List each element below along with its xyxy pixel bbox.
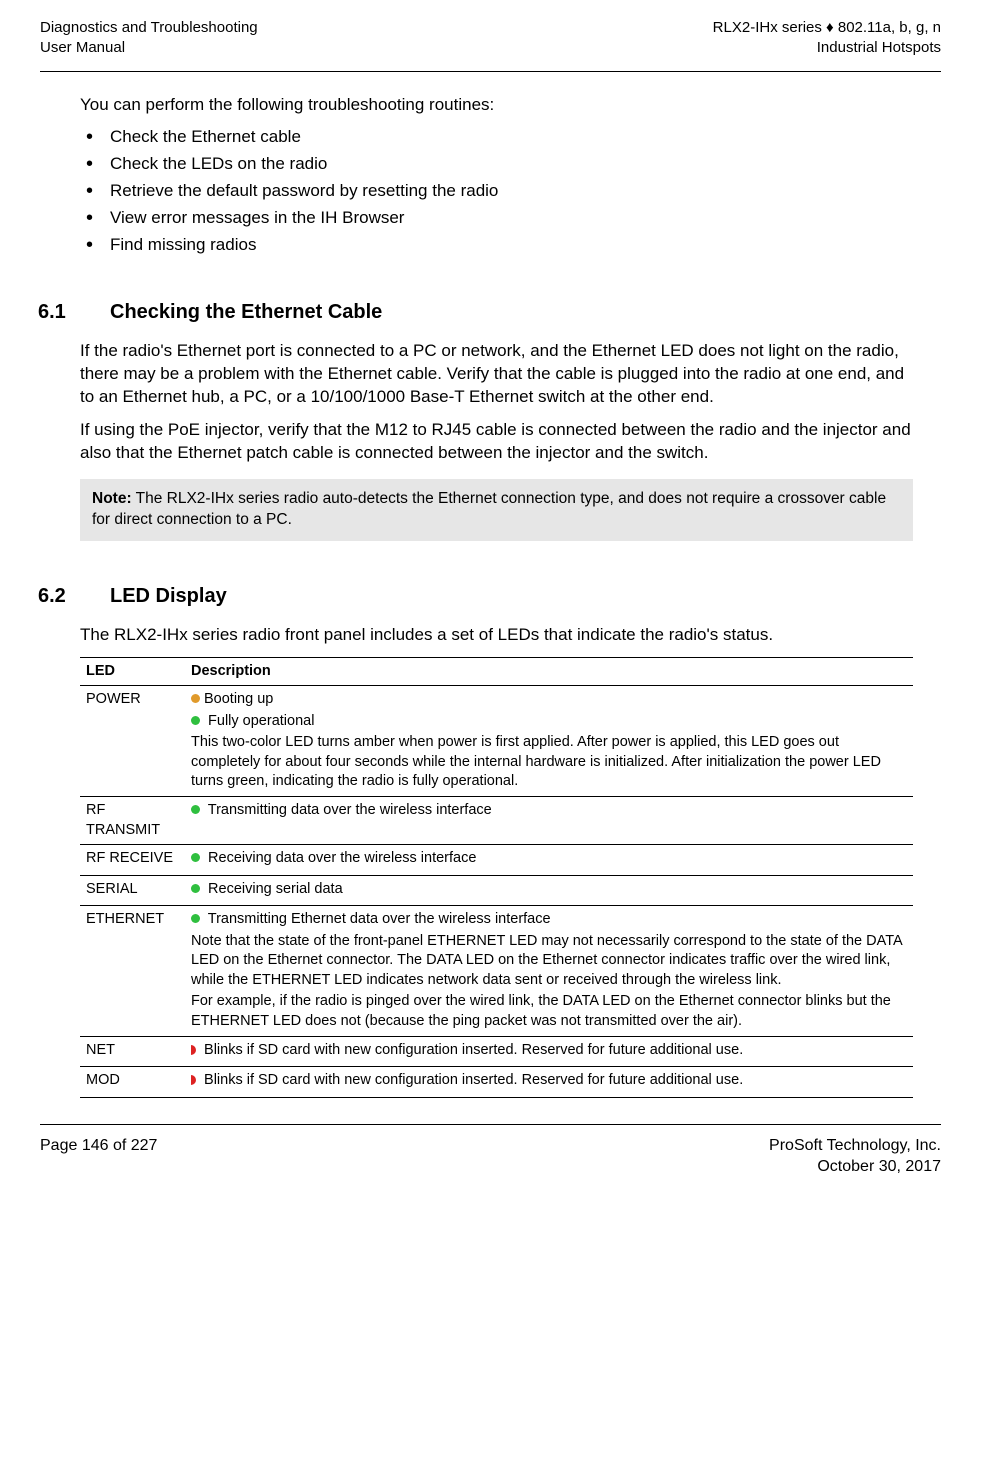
led-desc-cell: Blinks if SD card with new configuration… bbox=[185, 1036, 913, 1067]
header-left-line2: User Manual bbox=[40, 38, 258, 58]
led-status-text: Blinks if SD card with new configuration… bbox=[200, 1072, 743, 1088]
led-name-cell: RF RECEIVE bbox=[80, 845, 185, 876]
bullet-item: View error messages in the IH Browser bbox=[80, 207, 913, 230]
led-desc-para: This two-color LED turns amber when powe… bbox=[191, 733, 907, 792]
table-row: MOD Blinks if SD card with new configura… bbox=[80, 1067, 913, 1098]
led-name-cell: NET bbox=[80, 1036, 185, 1067]
led-status-text: Transmitting data over the wireless inte… bbox=[204, 802, 492, 818]
led-desc-para: For example, if the radio is pinged over… bbox=[191, 992, 907, 1031]
led-status-text: Fully operational bbox=[204, 713, 314, 729]
led-status-text: Blinks if SD card with new configuration… bbox=[200, 1042, 743, 1058]
table-row: RF TRANSMIT Transmitting data over the w… bbox=[80, 796, 913, 844]
header-left: Diagnostics and Troubleshooting User Man… bbox=[40, 18, 258, 59]
led-color-icon bbox=[191, 805, 200, 814]
led-status-text: Transmitting Ethernet data over the wire… bbox=[204, 911, 551, 927]
led-desc-para: Note that the state of the front-panel E… bbox=[191, 932, 907, 991]
note-box: Note: The RLX2-IHx series radio auto-det… bbox=[80, 479, 913, 541]
troubleshooting-bullets: Check the Ethernet cable Check the LEDs o… bbox=[80, 126, 913, 257]
led-name-cell: ETHERNET bbox=[80, 906, 185, 1036]
led-desc-cell: Blinks if SD card with new configuration… bbox=[185, 1067, 913, 1098]
footer-right-line2: October 30, 2017 bbox=[769, 1156, 941, 1178]
led-table-header-desc: Description bbox=[185, 657, 913, 686]
led-table-header-led: LED bbox=[80, 657, 185, 686]
section-6-1-num: 6.1 bbox=[38, 299, 110, 326]
page-footer: Page 146 of 227 ProSoft Technology, Inc.… bbox=[40, 1124, 941, 1178]
led-status-line: Transmitting data over the wireless inte… bbox=[191, 801, 907, 821]
led-desc-cell: Transmitting data over the wireless inte… bbox=[185, 796, 913, 844]
bullet-item: Check the Ethernet cable bbox=[80, 126, 913, 149]
led-color-icon bbox=[191, 853, 200, 862]
section-6-2-num: 6.2 bbox=[38, 583, 110, 610]
led-color-icon bbox=[191, 884, 200, 893]
header-right: RLX2-IHx series ♦ 802.11a, b, g, n Indus… bbox=[713, 18, 941, 59]
section-6-1-heading: 6.1 Checking the Ethernet Cable bbox=[38, 299, 913, 326]
table-row: NET Blinks if SD card with new configura… bbox=[80, 1036, 913, 1067]
table-row: POWER Booting up Fully operational This tw… bbox=[80, 686, 913, 797]
section-6-1-para2: If using the PoE injector, verify that t… bbox=[80, 419, 913, 465]
led-status-line: Transmitting Ethernet data over the wire… bbox=[191, 910, 907, 930]
led-status-line: Receiving data over the wireless interfa… bbox=[191, 849, 907, 869]
led-status-line: Receiving serial data bbox=[191, 880, 907, 900]
led-status-text: Receiving data over the wireless interfa… bbox=[204, 850, 476, 866]
led-color-icon bbox=[191, 716, 200, 725]
footer-left: Page 146 of 227 bbox=[40, 1135, 157, 1178]
led-status-line: Fully operational bbox=[191, 712, 907, 732]
led-status-line: Blinks if SD card with new configuration… bbox=[191, 1041, 907, 1061]
table-row: ETHERNET Transmitting Ethernet data over… bbox=[80, 906, 913, 1036]
led-color-icon bbox=[191, 1045, 196, 1055]
led-color-icon bbox=[191, 914, 200, 923]
led-desc-cell: Booting up Fully operational This two-col… bbox=[185, 686, 913, 797]
header-right-line2: Industrial Hotspots bbox=[713, 38, 941, 58]
led-name-cell: RF TRANSMIT bbox=[80, 796, 185, 844]
led-name-cell: SERIAL bbox=[80, 875, 185, 906]
intro-text: You can perform the following troublesho… bbox=[80, 94, 913, 117]
header-left-line1: Diagnostics and Troubleshooting bbox=[40, 18, 258, 38]
footer-right: ProSoft Technology, Inc. October 30, 201… bbox=[769, 1135, 941, 1178]
section-6-2-title: LED Display bbox=[110, 583, 227, 610]
section-6-2-para1: The RLX2-IHx series radio front panel in… bbox=[80, 624, 913, 647]
footer-right-line1: ProSoft Technology, Inc. bbox=[769, 1135, 941, 1157]
note-text: The RLX2-IHx series radio auto-detects t… bbox=[92, 490, 886, 528]
section-6-2-heading: 6.2 LED Display bbox=[38, 583, 913, 610]
header-right-line1: RLX2-IHx series ♦ 802.11a, b, g, n bbox=[713, 18, 941, 38]
page-header: Diagnostics and Troubleshooting User Man… bbox=[40, 18, 941, 72]
bullet-item: Find missing radios bbox=[80, 234, 913, 257]
led-desc-cell: Receiving serial data bbox=[185, 875, 913, 906]
led-name-cell: POWER bbox=[80, 686, 185, 797]
led-status-line: Blinks if SD card with new configuration… bbox=[191, 1071, 907, 1091]
table-row: SERIAL Receiving serial data bbox=[80, 875, 913, 906]
led-table: LED Description POWERBooting up Fully op… bbox=[80, 657, 913, 1098]
bullet-item: Retrieve the default password by resetti… bbox=[80, 180, 913, 203]
led-desc-cell: Receiving data over the wireless interfa… bbox=[185, 845, 913, 876]
led-status-text: Receiving serial data bbox=[204, 881, 343, 897]
bullet-item: Check the LEDs on the radio bbox=[80, 153, 913, 176]
led-table-header-row: LED Description bbox=[80, 657, 913, 686]
section-6-1-title: Checking the Ethernet Cable bbox=[110, 299, 382, 326]
led-name-cell: MOD bbox=[80, 1067, 185, 1098]
note-label: Note: bbox=[92, 490, 132, 507]
led-status-line: Booting up bbox=[191, 690, 907, 710]
table-row: RF RECEIVE Receiving data over the wirel… bbox=[80, 845, 913, 876]
section-6-1-para1: If the radio's Ethernet port is connecte… bbox=[80, 340, 913, 409]
led-color-icon bbox=[191, 694, 200, 703]
page-content: You can perform the following troublesho… bbox=[40, 94, 941, 1098]
led-color-icon bbox=[191, 1075, 196, 1085]
led-desc-cell: Transmitting Ethernet data over the wire… bbox=[185, 906, 913, 1036]
led-status-text: Booting up bbox=[204, 691, 273, 707]
